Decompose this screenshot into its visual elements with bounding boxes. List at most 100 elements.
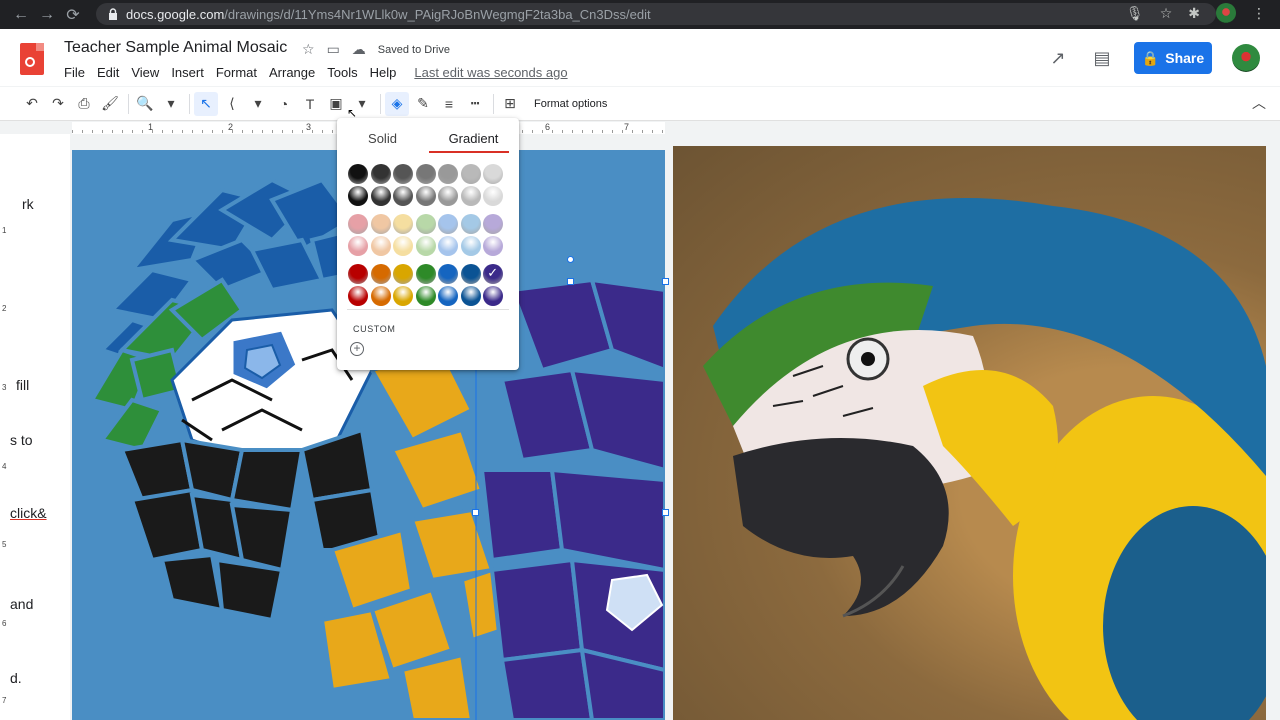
undo-icon[interactable]: ↶	[20, 92, 44, 116]
gradient-swatch[interactable]	[393, 236, 414, 256]
instructions-text-box[interactable]: rk fill s to click& and d.	[10, 134, 70, 720]
zoom-dropdown-icon[interactable]: ▾	[159, 92, 183, 116]
forward-icon[interactable]: →	[34, 2, 60, 28]
gradient-swatch[interactable]	[438, 264, 459, 284]
menu-tools[interactable]: Tools	[321, 65, 363, 80]
address-bar[interactable]: docs.google.com /drawings/d/11Yms4Nr1WLl…	[96, 3, 1216, 25]
gradient-swatch[interactable]	[460, 236, 481, 256]
gradient-swatch[interactable]	[370, 164, 391, 184]
gradient-swatch[interactable]	[460, 286, 481, 306]
menu-format[interactable]: Format	[210, 65, 263, 80]
tab-gradient[interactable]: Gradient	[428, 128, 519, 152]
gradient-swatch[interactable]	[348, 236, 369, 256]
share-button[interactable]: 🔒 Share	[1134, 42, 1212, 74]
divider	[189, 93, 190, 114]
format-options-button[interactable]: Format options	[534, 98, 607, 110]
selection-handle[interactable]	[662, 278, 669, 285]
gradient-swatch[interactable]	[460, 186, 481, 206]
gradient-swatch[interactable]	[483, 164, 504, 184]
border-weight-icon[interactable]: ≡	[437, 92, 461, 116]
document-title[interactable]: Teacher Sample Animal Mosaic	[64, 39, 287, 57]
gradient-swatch[interactable]	[415, 164, 436, 184]
zoom-icon[interactable]: 🔍	[133, 92, 157, 116]
selection-handle[interactable]	[567, 278, 574, 285]
add-custom-icon[interactable]: +	[350, 342, 364, 356]
gradient-swatch[interactable]	[348, 186, 369, 206]
gradient-swatch[interactable]	[370, 214, 391, 234]
gradient-swatch[interactable]	[483, 186, 504, 206]
gradient-swatch[interactable]	[415, 236, 436, 256]
gradient-swatch[interactable]	[483, 286, 504, 306]
gradient-swatch[interactable]	[438, 186, 459, 206]
gradient-swatch[interactable]	[438, 236, 459, 256]
line-dropdown-icon[interactable]: ▾	[246, 92, 270, 116]
gradient-swatch[interactable]	[348, 286, 369, 306]
menu-insert[interactable]: Insert	[165, 65, 210, 80]
print-icon[interactable]: ⎙	[72, 92, 96, 116]
extensions-icon[interactable]: ✱	[1188, 5, 1200, 22]
gradient-swatch[interactable]	[415, 264, 436, 284]
browser-avatar[interactable]	[1216, 3, 1236, 23]
gradient-swatch[interactable]	[348, 214, 369, 234]
drawings-logo-icon[interactable]	[20, 43, 44, 75]
gradient-swatch[interactable]	[393, 186, 414, 206]
gradient-swatch[interactable]	[370, 286, 391, 306]
star-icon[interactable]: ☆	[1160, 5, 1173, 22]
gradient-swatch[interactable]	[348, 164, 369, 184]
redo-icon[interactable]: ↷	[46, 92, 70, 116]
gradient-swatch[interactable]	[438, 286, 459, 306]
image-icon[interactable]: ▣	[324, 92, 348, 116]
gradient-swatch[interactable]	[460, 264, 481, 284]
gradient-swatch[interactable]: ✓	[483, 264, 504, 284]
gradient-swatch[interactable]	[370, 236, 391, 256]
comment-icon[interactable]: ▤	[1090, 46, 1114, 70]
collapse-toolbar-icon[interactable]: ︿	[1252, 93, 1266, 113]
paint-format-icon[interactable]: 🖌	[98, 92, 122, 116]
selection-handle[interactable]	[662, 509, 669, 516]
ruler-number: 1	[148, 122, 154, 132]
menu-help[interactable]: Help	[364, 65, 403, 80]
select-icon[interactable]: ↖	[194, 91, 218, 116]
add-comment-icon[interactable]: ⊞	[498, 92, 522, 116]
mic-icon[interactable]: 🎙	[1126, 5, 1144, 22]
rotate-handle[interactable]	[567, 256, 574, 263]
border-color-icon[interactable]: ✎	[411, 92, 435, 116]
gradient-swatch[interactable]	[415, 186, 436, 206]
gradient-swatch[interactable]	[460, 164, 481, 184]
tab-solid[interactable]: Solid	[337, 128, 428, 152]
gradient-swatch[interactable]	[460, 214, 481, 234]
gradient-swatch[interactable]	[438, 164, 459, 184]
menu-file[interactable]: File	[58, 65, 91, 80]
menu-edit[interactable]: Edit	[91, 65, 125, 80]
gradient-swatch[interactable]	[370, 264, 391, 284]
activity-icon[interactable]: ↗	[1046, 46, 1070, 70]
menu-arrange[interactable]: Arrange	[263, 65, 321, 80]
line-icon[interactable]: ⟨	[220, 92, 244, 116]
user-avatar[interactable]	[1232, 44, 1260, 72]
border-dash-icon[interactable]: ┅	[463, 92, 487, 116]
gradient-swatch[interactable]	[415, 286, 436, 306]
menu-view[interactable]: View	[125, 65, 165, 80]
gradient-swatch[interactable]	[393, 286, 414, 306]
vertical-ruler[interactable]: 1 2 3 4 5 6 7	[0, 134, 10, 720]
selection-handle[interactable]	[472, 509, 479, 516]
gradient-swatch[interactable]	[438, 214, 459, 234]
more-icon[interactable]: ⋮	[1252, 5, 1266, 22]
gradient-swatch[interactable]	[370, 186, 391, 206]
star-icon[interactable]: ☆	[302, 41, 315, 58]
gradient-swatch[interactable]	[393, 164, 414, 184]
move-folder-icon[interactable]: ▭	[327, 41, 340, 58]
text-box-icon[interactable]: T	[298, 92, 322, 116]
reload-icon[interactable]: ⟳	[60, 2, 86, 28]
gradient-swatch[interactable]	[393, 214, 414, 234]
shape-icon[interactable]: ◔	[272, 92, 296, 116]
parrot-photo-image[interactable]	[673, 146, 1266, 720]
back-icon[interactable]: ←	[8, 2, 34, 28]
gradient-swatch[interactable]	[393, 264, 414, 284]
gradient-swatch[interactable]	[415, 214, 436, 234]
fill-color-icon[interactable]: ◈	[385, 91, 409, 116]
last-edit-link[interactable]: Last edit was seconds ago	[408, 65, 573, 80]
gradient-swatch[interactable]	[348, 264, 369, 284]
gradient-swatch[interactable]	[483, 214, 504, 234]
gradient-swatch[interactable]	[483, 236, 504, 256]
